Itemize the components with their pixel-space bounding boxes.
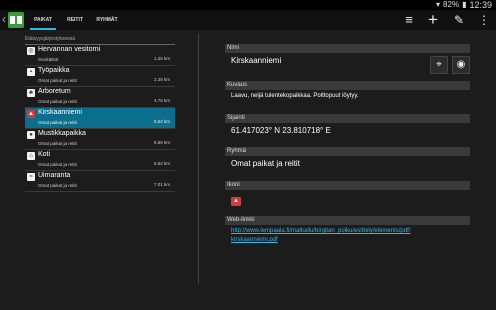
- add-icon[interactable]: +: [425, 11, 441, 28]
- list-item[interactable]: ◎ Hervannan vesitorni Geokätköt 1.28 km: [25, 45, 175, 66]
- list-item-group: Omat paikat ja reitit: [38, 183, 77, 188]
- list-item[interactable]: ≈ Uimaranta Omat paikat ja reitit 7.01 k…: [25, 171, 175, 192]
- status-right: ▾ 82% ▮ 12:39: [436, 0, 492, 10]
- tab-routes[interactable]: REITIT: [62, 10, 88, 30]
- places-list: Etäisyysjärjestyksessä ◎ Hervannan vesit…: [25, 34, 175, 192]
- list-item-distance: 2.29 km: [153, 77, 170, 82]
- swimmer-icon: ≈: [27, 173, 35, 181]
- list-item-name: Koti: [38, 151, 51, 158]
- list-item-group: Geokätköt: [38, 57, 59, 62]
- status-bar: ▾ 82% ▮ 12:39: [0, 0, 496, 10]
- list-item-name: Uimaranta: [38, 172, 71, 179]
- weblink-line-1: http://www.lempaala.fi/matkailu/birgitan…: [231, 228, 411, 234]
- icon-label: Ikoni: [225, 181, 470, 190]
- clock: 12:39: [469, 0, 492, 10]
- group-value: Omat paikat ja reitit: [231, 159, 300, 168]
- list-item-distance: 5.52 km: [153, 119, 170, 124]
- overflow-menu-icon[interactable]: ⋮: [476, 12, 492, 28]
- sort-icon[interactable]: ≡: [401, 12, 417, 28]
- list-item-name: Mustikkapaikka: [38, 130, 86, 137]
- list-item-name: Hervannan vesitorni: [38, 46, 101, 53]
- list-item-group: Omat paikat ja reitit: [38, 120, 77, 125]
- panel-divider: [198, 34, 199, 284]
- list-item-group: Omat paikat ja reitit: [38, 78, 77, 83]
- battery-icon: ▮: [462, 0, 467, 9]
- list-item-group: Omat paikat ja reitit: [38, 141, 77, 146]
- berry-icon: ●: [27, 131, 35, 139]
- location-value: 61.417023° N 23.810718° E: [231, 126, 331, 135]
- battery-percent: 82%: [443, 0, 460, 9]
- description-label: Kuvaus: [225, 81, 470, 90]
- place-detail: Nimi Kirskaanniemi ⌖ ◉ Kuvaus Laavu, nel…: [225, 44, 470, 247]
- list-item-distance: 6.62 km: [153, 161, 170, 166]
- edit-icon[interactable]: ✎: [451, 12, 467, 28]
- list-item[interactable]: ▪ Työpaikka Omat paikat ja reitit 2.29 k…: [25, 66, 175, 87]
- location-label: Sijainti: [225, 114, 470, 123]
- list-item-group: Omat paikat ja reitit: [38, 99, 77, 104]
- list-item-distance: 4.76 km: [153, 98, 170, 103]
- name-field: Kirskaanniemi ⌖ ◉: [225, 53, 470, 78]
- app-logo-icon[interactable]: [8, 12, 24, 28]
- list-item-distance: 7.01 km: [153, 182, 170, 187]
- action-bar: ‹ PAIKAT REITIT RYHMÄT ≡ + ✎ ⋮: [0, 10, 496, 30]
- weblink-label: Web-linkki: [225, 216, 470, 225]
- list-item[interactable]: ♣ Arboretum Omat paikat ja reitit 4.76 k…: [25, 87, 175, 108]
- list-item-distance: 1.28 km: [153, 56, 170, 61]
- description-value: Laavu, neljä tulentekopaikkaa. Polttopuu…: [231, 93, 359, 99]
- list-item-distance: 5.69 km: [153, 140, 170, 145]
- list-item[interactable]: ● Mustikkapaikka Omat paikat ja reitit 5…: [25, 129, 175, 150]
- tab-groups[interactable]: RYHMÄT: [92, 10, 122, 30]
- campfire-icon: ▲: [231, 197, 241, 206]
- tab-places[interactable]: PAIKAT: [30, 10, 56, 30]
- list-item-selected[interactable]: ▲ Kirskaanniemi Omat paikat ja reitit 5.…: [25, 108, 175, 129]
- list-item[interactable]: ⌂ Koti Omat paikat ja reitit 6.62 km: [25, 150, 175, 171]
- list-item-name: Työpaikka: [38, 67, 70, 74]
- campfire-icon: ▲: [27, 110, 35, 118]
- icon-field: ▲: [225, 190, 470, 216]
- tree-icon: ♣: [27, 89, 35, 97]
- name-label: Nimi: [225, 44, 470, 53]
- list-item-group: Omat paikat ja reitit: [38, 162, 77, 167]
- crosshair-icon[interactable]: ⌖: [430, 56, 448, 74]
- briefcase-icon: ▪: [27, 68, 35, 76]
- eye-icon[interactable]: ◉: [452, 56, 470, 74]
- list-item-name: Kirskaanniemi: [38, 109, 82, 116]
- home-icon: ⌂: [27, 152, 35, 160]
- weblink[interactable]: http://www.lempaala.fi/matkailu/birgitan…: [225, 225, 470, 247]
- name-value: Kirskaanniemi: [231, 56, 282, 65]
- weblink-line-2: kirskaanniemi.pdf: [231, 237, 278, 243]
- list-item-name: Arboretum: [38, 88, 71, 95]
- back-arrow-icon[interactable]: ‹: [2, 12, 6, 26]
- list-sort-header: Etäisyysjärjestyksessä: [25, 34, 175, 45]
- group-label: Ryhmä: [225, 147, 470, 156]
- target-icon: ◎: [27, 47, 35, 55]
- name-actions: ⌖ ◉: [430, 56, 470, 74]
- wifi-icon: ▾: [436, 0, 441, 9]
